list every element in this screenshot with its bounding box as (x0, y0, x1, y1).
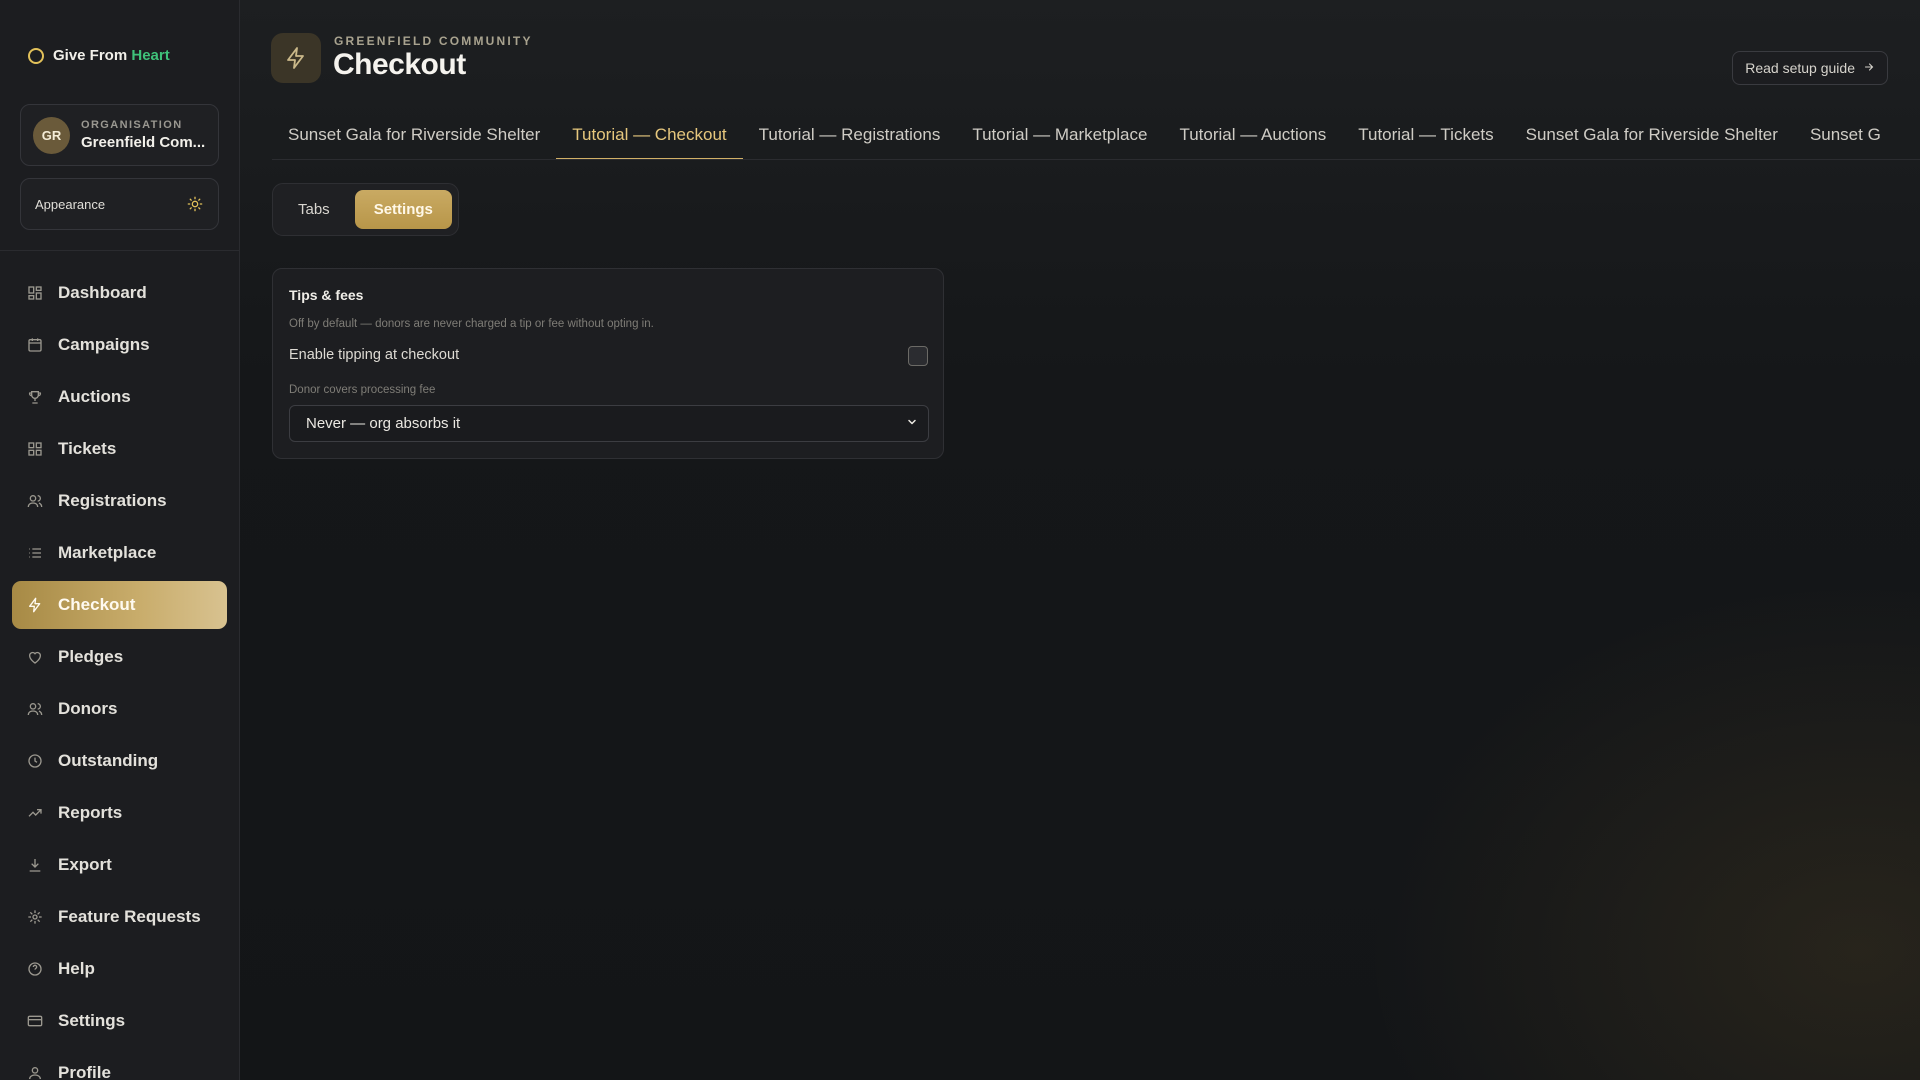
users-icon (26, 700, 44, 718)
sidebar-item-help[interactable]: Help (12, 945, 227, 993)
list-icon (26, 544, 44, 562)
guide-button-label: Read setup guide (1745, 60, 1855, 76)
bolt-icon (271, 33, 321, 83)
sidebar-item-auctions[interactable]: Auctions (12, 373, 227, 421)
page-title: Checkout (333, 48, 466, 81)
tips-fees-card: Tips & fees Off by default — donors are … (272, 268, 944, 459)
settings-segment-button[interactable]: Settings (354, 190, 452, 229)
sidebar-item-label: Campaigns (58, 335, 150, 354)
sidebar-item-label: Export (58, 855, 112, 874)
read-setup-guide-button[interactable]: Read setup guide (1732, 51, 1888, 85)
sidebar-item-feature-requests[interactable]: Feature Requests (12, 893, 227, 941)
tab-tutorial-checkout[interactable]: Tutorial — Checkout (556, 118, 743, 159)
sidebar-item-label: Donors (58, 699, 118, 718)
sidebar-item-label: Pledges (58, 647, 124, 666)
brand-logo[interactable]: Give From Heart (28, 47, 170, 64)
card-title: Tips & fees (289, 287, 364, 303)
users-icon (26, 492, 44, 510)
clock-icon (26, 752, 44, 770)
sidebar-item-checkout[interactable]: Checkout (12, 581, 227, 629)
sidebar-nav: Dashboard Campaigns Auctions Tickets Reg… (12, 269, 227, 1080)
tipping-label: Enable tipping at checkout (289, 347, 460, 363)
tabs-segment-button[interactable]: Tabs (279, 190, 349, 229)
view-segmented-control: Tabs Settings (272, 183, 459, 236)
main-content: GREENFIELD COMMUNITY Checkout Read setup… (240, 0, 1920, 1080)
tab-tutorial-registrations[interactable]: Tutorial — Registrations (743, 118, 957, 159)
appearance-toggle[interactable]: Appearance (20, 178, 219, 230)
brand-name: Give From Heart (53, 47, 170, 64)
sidebar-item-label: Profile (58, 1063, 111, 1080)
sidebar-item-marketplace[interactable]: Marketplace (12, 529, 227, 577)
card-icon (26, 1012, 44, 1030)
sidebar-item-label: Auctions (58, 387, 131, 406)
tab-tutorial-marketplace[interactable]: Tutorial — Marketplace (956, 118, 1163, 159)
sidebar-item-registrations[interactable]: Registrations (12, 477, 227, 525)
brand-ring-icon (28, 47, 44, 64)
user-icon (26, 1064, 44, 1080)
sidebar-item-label: Settings (58, 1011, 126, 1030)
calendar-icon (26, 336, 44, 354)
sidebar-item-label: Checkout (58, 595, 136, 614)
org-name: Greenfield Com... (81, 134, 206, 151)
arrow-right-icon (1863, 60, 1875, 76)
tab-sunset-gala-2[interactable]: Sunset Gala for Riverside Shelter (1510, 118, 1794, 159)
sidebar-item-donors[interactable]: Donors (12, 685, 227, 733)
sidebar-item-label: Registrations (58, 491, 167, 510)
tab-sunset-gala[interactable]: Sunset Gala for Riverside Shelter (272, 118, 556, 159)
card-hint: Off by default — donors are never charge… (289, 318, 654, 330)
sidebar: Give From Heart GR ORGANISATION Greenfie… (0, 0, 240, 1080)
brand-prefix: Give From (53, 47, 128, 64)
sidebar-item-label: Tickets (58, 439, 117, 458)
processing-fee-select[interactable]: Never — org absorbs it (289, 405, 929, 442)
sidebar-item-campaigns[interactable]: Campaigns (12, 321, 227, 369)
bolt-icon (26, 596, 44, 614)
brand-accent: Heart (131, 47, 170, 64)
fee-label: Donor covers processing fee (289, 384, 436, 396)
sidebar-divider (0, 250, 239, 251)
tab-sunset-gala-3[interactable]: Sunset G (1794, 118, 1897, 159)
sidebar-item-reports[interactable]: Reports (12, 789, 227, 837)
dashboard-grid-icon (26, 284, 44, 302)
chevron-down-icon (906, 415, 918, 432)
avatar: GR (33, 116, 70, 154)
sidebar-item-pledges[interactable]: Pledges (12, 633, 227, 681)
tipping-checkbox[interactable] (908, 346, 928, 366)
app-root: Give From Heart GR ORGANISATION Greenfie… (0, 0, 1920, 1080)
appearance-label: Appearance (35, 196, 106, 212)
sidebar-item-tickets[interactable]: Tickets (12, 425, 227, 473)
sidebar-item-outstanding[interactable]: Outstanding (12, 737, 227, 785)
page-overline: GREENFIELD COMMUNITY (334, 34, 533, 48)
tab-tutorial-tickets[interactable]: Tutorial — Tickets (1342, 118, 1509, 159)
tab-tutorial-auctions[interactable]: Tutorial — Auctions (1163, 118, 1342, 159)
org-label: ORGANISATION (81, 119, 183, 131)
help-icon (26, 960, 44, 978)
tickets-grid-icon (26, 440, 44, 458)
sparkle-icon (26, 908, 44, 926)
heart-icon (26, 648, 44, 666)
sidebar-item-label: Outstanding (58, 751, 159, 770)
download-icon (26, 856, 44, 874)
org-text: ORGANISATION Greenfield Com... (81, 119, 205, 151)
trophy-icon (26, 388, 44, 406)
select-value: Never — org absorbs it (306, 415, 461, 432)
sun-icon[interactable] (186, 195, 204, 213)
sidebar-item-settings[interactable]: Settings (12, 997, 227, 1045)
sidebar-item-export[interactable]: Export (12, 841, 227, 889)
campaign-tabs: Sunset Gala for Riverside Shelter Tutori… (272, 118, 1920, 160)
organisation-switcher[interactable]: GR ORGANISATION Greenfield Com... (20, 104, 219, 166)
sidebar-item-label: Marketplace (58, 543, 157, 562)
sidebar-item-label: Feature Requests (58, 907, 201, 926)
sidebar-item-dashboard[interactable]: Dashboard (12, 269, 227, 317)
sidebar-item-label: Dashboard (58, 283, 147, 302)
sidebar-item-label: Reports (58, 803, 123, 822)
sidebar-item-profile[interactable]: Profile (12, 1049, 227, 1080)
trend-icon (26, 804, 44, 822)
sidebar-item-label: Help (58, 959, 95, 978)
